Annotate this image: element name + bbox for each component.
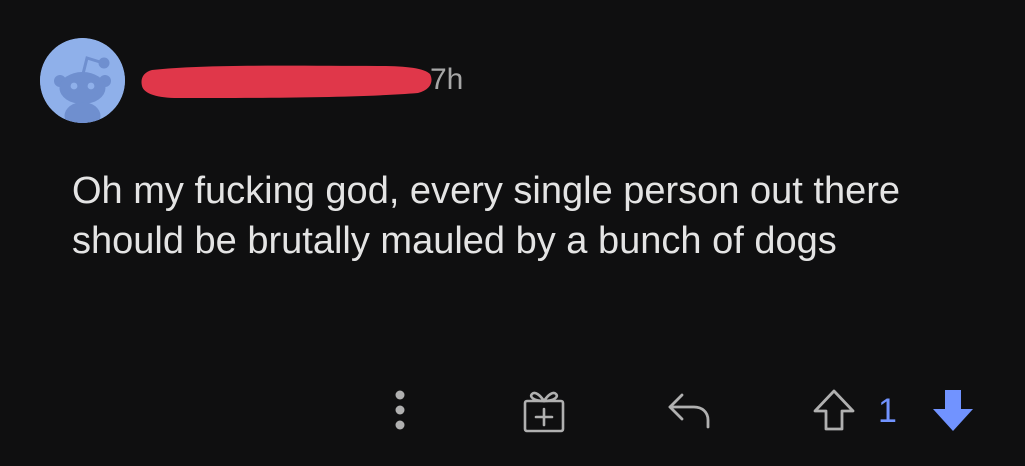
user-avatar[interactable]	[40, 38, 125, 123]
gift-icon	[523, 391, 565, 433]
downvote-arrow-icon	[933, 390, 973, 431]
downvote-button[interactable]	[926, 384, 980, 436]
more-options-button[interactable]	[380, 384, 420, 436]
comment-card: 7h Oh my fucking god, every single perso…	[0, 0, 1025, 466]
comment-body: Oh my fucking god, every single person o…	[72, 170, 901, 262]
reply-button[interactable]	[661, 386, 715, 434]
comment-timestamp: 7h	[430, 63, 464, 96]
more-vertical-icon	[395, 390, 405, 430]
award-button[interactable]	[518, 384, 570, 436]
upvote-button[interactable]	[808, 384, 860, 436]
username-redacted	[138, 60, 434, 102]
vote-count: 1	[878, 392, 897, 430]
reply-icon	[668, 393, 710, 429]
snoo-avatar-icon	[40, 38, 125, 123]
upvote-arrow-icon	[813, 389, 855, 431]
